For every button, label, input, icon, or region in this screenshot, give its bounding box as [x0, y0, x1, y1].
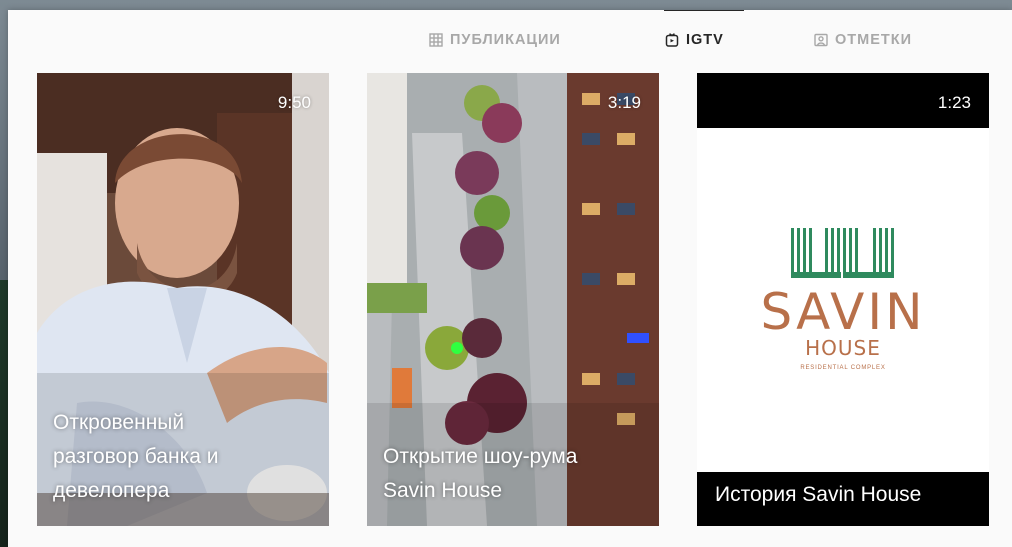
igtv-panel: ПУБЛИКАЦИИ IGTV ОТМЕТКИ 9:50 Откровенный… [8, 10, 1012, 547]
logo-wordmark: SAVIN [760, 283, 926, 341]
active-tab-indicator [664, 10, 744, 11]
tagged-icon [814, 33, 828, 47]
profile-tabs: ПУБЛИКАЦИИ IGTV ОТМЕТКИ [8, 10, 1012, 64]
video-title-line: разговор банка и [53, 445, 219, 468]
igtv-video-card-1[interactable]: 9:50 Откровенный разговор банка и девело… [37, 73, 329, 526]
video-duration: 9:50 [277, 93, 311, 112]
tab-posts[interactable]: ПУБЛИКАЦИИ [429, 30, 561, 50]
tab-igtv[interactable]: IGTV [665, 30, 724, 50]
igtv-icon [665, 33, 679, 47]
logo-tagline: RESIDENTIAL COMPLEX [800, 365, 886, 371]
video-title-line: девелопера [53, 479, 170, 502]
video-duration: 1:23 [937, 93, 971, 112]
igtv-video-card-2[interactable]: 3:19 Открытие шоу-рума Savin House [367, 73, 659, 526]
video-title-line: Savin House [383, 479, 503, 502]
logo-subtitle: HOUSE [805, 336, 881, 360]
igtv-video-card-3[interactable]: SAVIN HOUSE RESIDENTIAL COMPLEX 1:23 Ист… [697, 73, 989, 526]
video-title-line: Открытие шоу-рума [383, 445, 578, 468]
video-title: Откровенный разговор банка и девелопера [53, 406, 315, 508]
video-duration: 3:19 [607, 93, 641, 112]
grid-icon [429, 33, 443, 47]
video-title: История Savin House [715, 483, 922, 506]
tab-tagged-label: ОТМЕТКИ [835, 32, 913, 48]
tab-igtv-label: IGTV [686, 32, 724, 48]
tab-posts-label: ПУБЛИКАЦИИ [450, 32, 561, 48]
tab-tagged[interactable]: ОТМЕТКИ [814, 30, 912, 50]
savin-house-logo-icon [791, 228, 894, 278]
video-title: Открытие шоу-рума Savin House [383, 440, 645, 508]
video-title-line: Откровенный [53, 411, 185, 434]
